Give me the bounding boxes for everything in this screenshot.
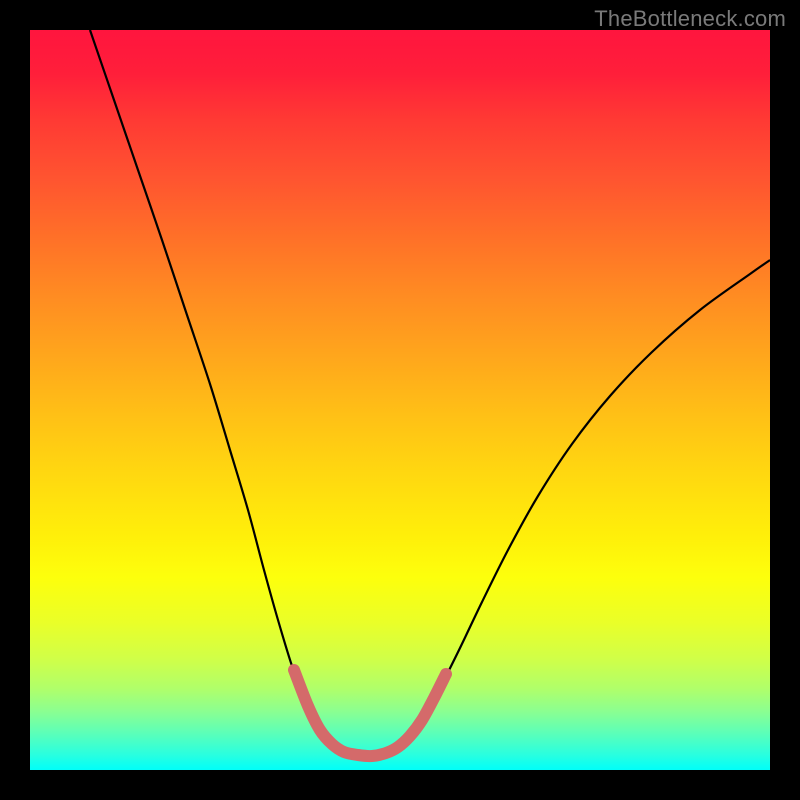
watermark-text: TheBottleneck.com (594, 6, 786, 32)
bottleneck-curve (90, 30, 770, 756)
chart-stage: TheBottleneck.com (0, 0, 800, 800)
curve-svg (30, 30, 770, 770)
trough-overlay (294, 670, 446, 756)
plot-area (30, 30, 770, 770)
